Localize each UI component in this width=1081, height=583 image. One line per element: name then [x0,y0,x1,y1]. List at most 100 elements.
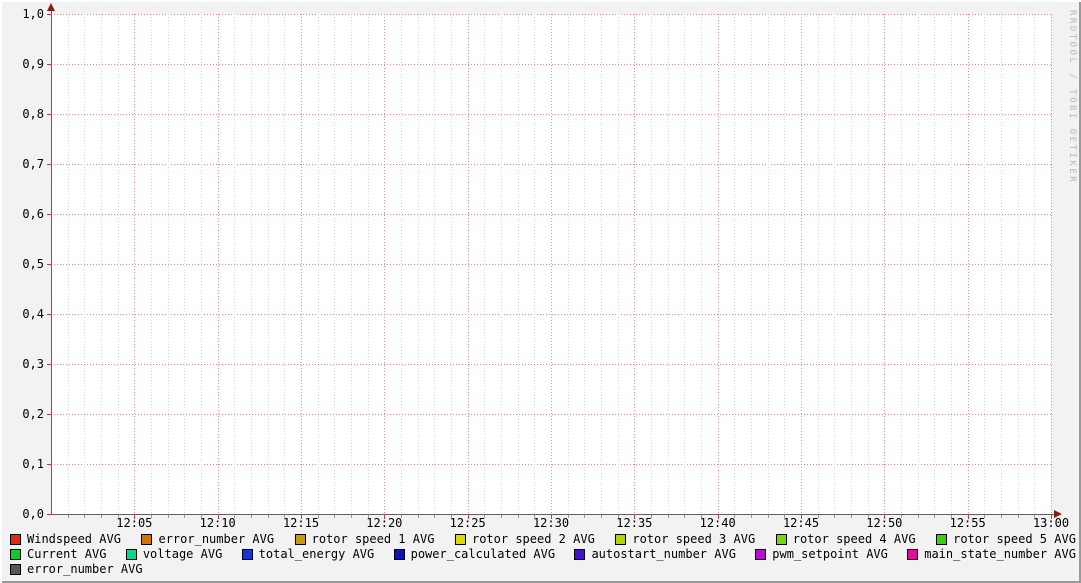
x-axis-tick [851,515,852,518]
x-axis-tick [651,515,652,518]
legend-color-swatch-icon [455,534,466,545]
gridline-major-vertical [801,14,802,514]
gridline-major-vertical [1051,14,1052,514]
legend-item-label: main_state_number AVG [924,547,1076,562]
x-axis-tick [984,515,985,518]
legend-item-label: pwm_setpoint AVG [772,547,888,562]
x-axis-label: 12:25 [438,517,498,530]
legend-item: power_calculated AVG [394,547,556,562]
gridline-major-vertical [634,14,635,514]
gridline-minor-vertical [984,14,985,514]
x-axis-tick [601,515,602,518]
gridline-minor-vertical [601,14,602,514]
x-axis-tick [351,515,352,518]
legend-color-swatch-icon [10,534,21,545]
legend: Windspeed AVG error_number AVG rotor speed… [10,532,1076,577]
x-axis-tick [768,515,769,518]
x-axis-tick [834,515,835,518]
gridline-minor-vertical [484,14,485,514]
legend-item-label: autostart_number AVG [591,547,736,562]
x-axis-tick [401,515,402,518]
gridline-minor-vertical [851,14,852,514]
legend-item: error_number AVG [141,532,274,547]
x-axis-tick [268,515,269,518]
legend-item: rotor speed 1 AVG [295,532,435,547]
gridline-minor-vertical [734,14,735,514]
gridline-minor-vertical [934,14,935,514]
legend-item: rotor speed 3 AVG [615,532,755,547]
gridline-minor-vertical [701,14,702,514]
gridline-major-vertical [968,14,969,514]
x-axis-label: 12:40 [688,517,748,530]
y-axis-label: 0,1 [0,457,44,471]
x-axis-tick [734,515,735,518]
x-axis-tick [751,515,752,518]
legend-color-swatch-icon [615,534,626,545]
gridline-minor-vertical [651,14,652,514]
legend-color-swatch-icon [295,534,306,545]
x-axis-arrow-icon [1054,510,1062,518]
legend-row: Windspeed AVG error_number AVG rotor speed… [10,532,1076,547]
gridline-minor-vertical [168,14,169,514]
legend-item-label: rotor speed 5 AVG [953,532,1076,547]
x-axis-tick [568,515,569,518]
y-axis-label: 1,0 [0,7,44,21]
x-axis-tick [84,515,85,518]
legend-color-swatch-icon [126,549,137,560]
gridline-minor-vertical [284,14,285,514]
y-axis-label: 0,5 [0,257,44,271]
gridline-minor-vertical [234,14,235,514]
gridline-minor-vertical [818,14,819,514]
gridline-minor-vertical [151,14,152,514]
x-axis-tick [334,515,335,518]
gridline-major-vertical [884,14,885,514]
y-axis-label: 0,2 [0,407,44,421]
legend-item: rotor speed 5 AVG [936,532,1076,547]
legend-row: Current AVG voltage AVG total_energy AVG po… [10,547,1076,562]
gridline-minor-vertical [751,14,752,514]
gridline-minor-vertical [868,14,869,514]
legend-item: rotor speed 4 AVG [776,532,916,547]
legend-item: pwm_setpoint AVG [755,547,888,562]
x-axis-tick [501,515,502,518]
legend-item-label: voltage AVG [143,547,222,562]
legend-row: error_number AVG [10,562,1076,577]
y-axis-label: 0,4 [0,307,44,321]
gridline-minor-vertical [1018,14,1019,514]
gridline-minor-vertical [668,14,669,514]
watermark: RRDTOOL / TOBI OETIKER [1067,10,1077,184]
x-axis-tick [318,515,319,518]
x-axis-tick [918,515,919,518]
rrdtool-graph: 0,00,10,20,30,40,50,60,70,80,91,012:0512… [0,0,1081,583]
x-axis-tick [934,515,935,518]
x-axis-tick [1001,515,1002,518]
legend-item-label: error_number AVG [27,562,143,577]
gridline-minor-vertical [251,14,252,514]
y-axis-label: 0,8 [0,107,44,121]
gridline-minor-vertical [334,14,335,514]
legend-color-swatch-icon [141,534,152,545]
legend-item-label: Current AVG [27,547,106,562]
legend-item-label: power_calculated AVG [411,547,556,562]
legend-item-label: rotor speed 2 AVG [472,532,595,547]
legend-color-swatch-icon [574,549,585,560]
gridline-minor-vertical [184,14,185,514]
legend-item-label: error_number AVG [158,532,274,547]
x-axis-label: 12:45 [771,517,831,530]
legend-item: total_energy AVG [242,547,375,562]
x-axis-tick [901,515,902,518]
gridline-minor-vertical [418,14,419,514]
legend-item-label: Windspeed AVG [27,532,121,547]
x-axis-tick [1018,515,1019,518]
gridline-minor-vertical [68,14,69,514]
gridline-major-vertical [384,14,385,514]
legend-item-label: rotor speed 4 AVG [793,532,916,547]
x-axis-tick [434,515,435,518]
gridline-minor-vertical [951,14,952,514]
gridline-minor-vertical [201,14,202,514]
gridline-minor-vertical [518,14,519,514]
legend-color-swatch-icon [936,534,947,545]
legend-item: error_number AVG [10,562,143,577]
legend-item-label: rotor speed 1 AVG [312,532,435,547]
x-axis-tick [168,515,169,518]
